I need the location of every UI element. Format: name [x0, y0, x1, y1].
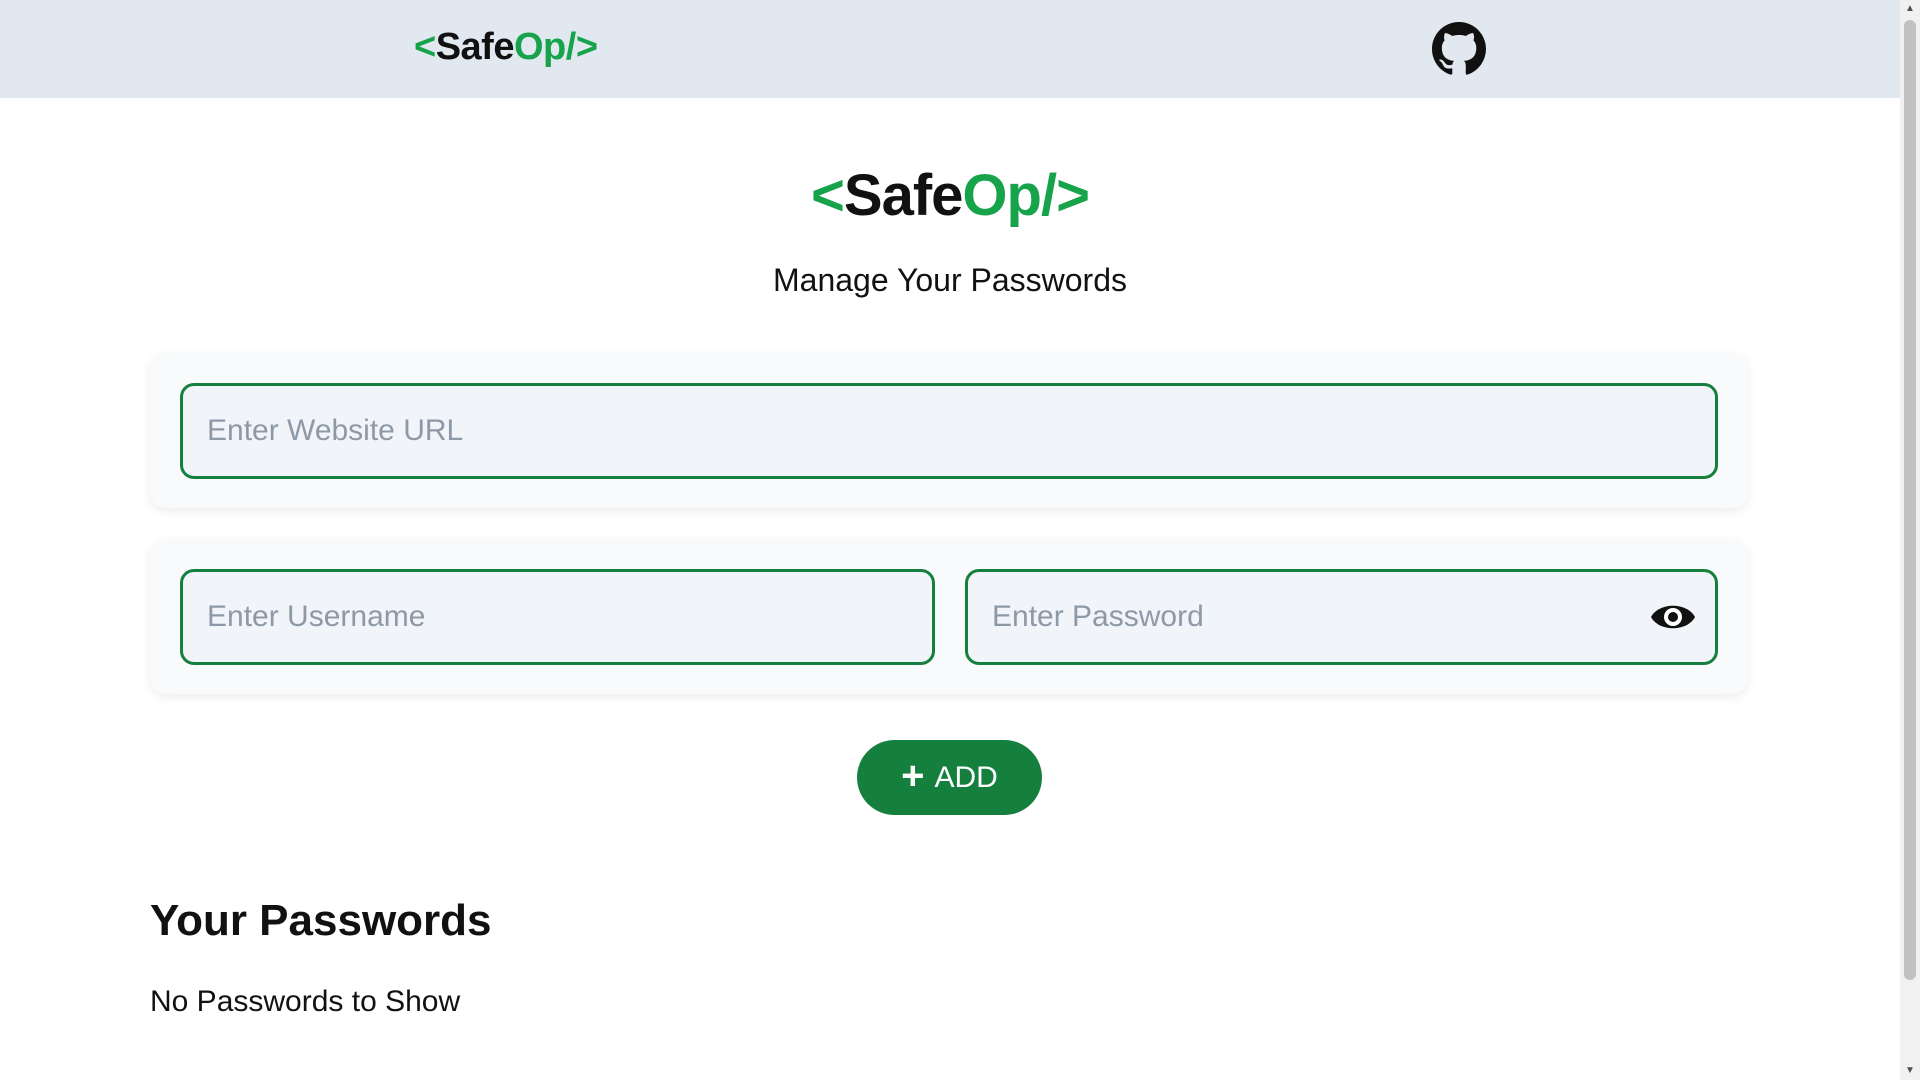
github-icon[interactable] [1432, 22, 1486, 76]
empty-passwords-message: No Passwords to Show [150, 985, 461, 1018]
website-url-input[interactable] [183, 386, 1715, 476]
password-field [965, 569, 1718, 665]
scroll-up-arrow-icon[interactable]: ▲ [1900, 0, 1920, 18]
scroll-down-arrow-icon[interactable]: ▼ [1900, 1062, 1920, 1080]
scrollbar-thumb[interactable] [1904, 20, 1916, 980]
add-button-label: ADD [934, 760, 998, 794]
password-input[interactable] [968, 572, 1715, 662]
hero-logo: <SafeOp/> [0, 162, 1900, 229]
credentials-card [150, 539, 1748, 694]
username-input[interactable] [183, 572, 932, 662]
username-field [180, 569, 935, 665]
plus-icon: + [901, 753, 925, 798]
url-card [150, 353, 1748, 508]
hero-logo-close-bracket: > [1056, 163, 1090, 228]
page: <SafeOp/> <SafeOp/> Manage Your Password… [0, 0, 1900, 1080]
logo-name-op: Op/ [513, 26, 576, 68]
vertical-scrollbar[interactable]: ▲ ▼ [1900, 0, 1920, 1080]
add-password-button[interactable]: + ADD [857, 740, 1042, 815]
logo-name-safe: Safe [435, 26, 515, 68]
passwords-heading: Your Passwords [150, 896, 492, 945]
hero-logo-open-bracket: < [811, 163, 845, 228]
logo-close-bracket: > [575, 26, 598, 68]
url-field [180, 383, 1718, 479]
logo-open-bracket: < [414, 26, 436, 68]
hero-logo-name-safe: Safe [843, 163, 964, 228]
nav-logo[interactable]: <SafeOp/> [414, 26, 598, 69]
hero-logo-name-op: Op/ [962, 163, 1057, 228]
page-subtitle: Manage Your Passwords [773, 262, 1127, 298]
navbar: <SafeOp/> [0, 0, 1900, 98]
eye-icon[interactable] [1649, 596, 1697, 638]
